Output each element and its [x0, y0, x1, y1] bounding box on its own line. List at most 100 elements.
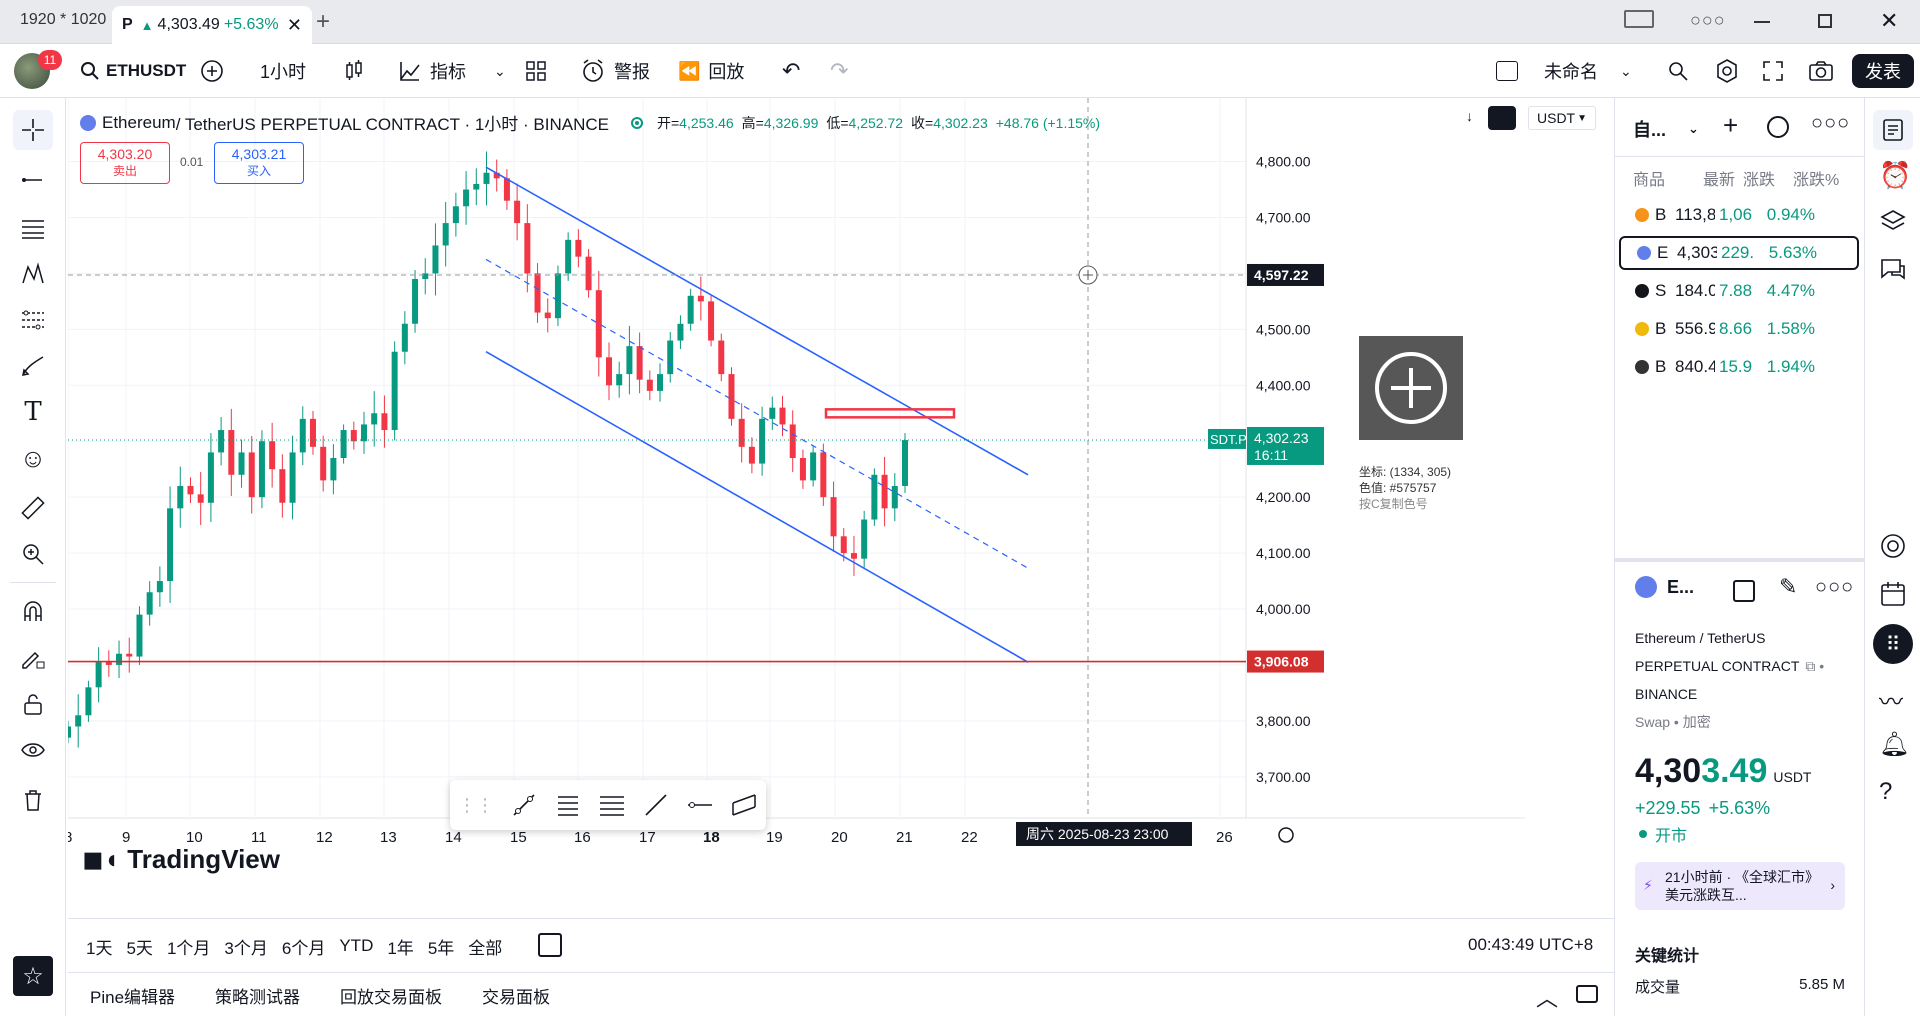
watchlist-header-1[interactable]: 最新 — [1703, 166, 1743, 190]
text-icon[interactable]: T — [13, 392, 53, 432]
layers-icon[interactable] — [1879, 208, 1907, 241]
timeframe-4[interactable]: 6个月 — [282, 934, 325, 959]
collapse-icon[interactable]: ︿ — [1536, 981, 1558, 1013]
ruler-icon[interactable] — [13, 488, 53, 528]
calendar-icon[interactable] — [1879, 580, 1907, 613]
axis-settings-icon[interactable] — [1278, 827, 1294, 843]
details-short[interactable]: E... — [1667, 577, 1694, 598]
calendar-icon[interactable] — [538, 933, 562, 957]
watchlist-header-2[interactable]: 涨跌 — [1743, 166, 1783, 190]
prediction-icon[interactable] — [13, 300, 53, 340]
bottom-tab-3[interactable]: 交易面板 — [482, 983, 550, 1008]
more-options-icon[interactable]: ○○○ — [1815, 576, 1854, 599]
restore-icon[interactable] — [1818, 14, 1832, 28]
trash-icon[interactable] — [13, 780, 53, 820]
camera-icon[interactable] — [1808, 44, 1834, 98]
crosshair-icon[interactable] — [13, 110, 53, 150]
more-options-icon[interactable]: ○○○ — [1811, 112, 1850, 135]
sell-button[interactable]: 4,303.20 卖出 — [80, 142, 170, 184]
drag-handle-icon[interactable]: ⋮⋮ — [458, 795, 494, 816]
watchlist-row[interactable]: B 840.4 15.9 1.94% — [1619, 350, 1859, 384]
add-symbol-icon[interactable]: + — [1723, 110, 1738, 141]
channel-upper-line[interactable] — [485, 166, 1029, 476]
layout-chevron-icon[interactable]: ⌄ — [1620, 44, 1632, 98]
quick-search-icon[interactable] — [1666, 44, 1690, 98]
external-link-icon[interactable]: ⧉ • — [1805, 652, 1824, 680]
layouts-button[interactable] — [524, 44, 548, 98]
timeframe-7[interactable]: 5年 — [428, 934, 454, 959]
trend-line-icon[interactable] — [13, 160, 53, 200]
magnet-icon[interactable] — [13, 592, 53, 632]
watchlist-row[interactable]: B 556.9 8.66 1.58% — [1619, 312, 1859, 346]
maximize-panel-icon[interactable] — [1576, 985, 1598, 1003]
chart-pane[interactable]: 4,800.004,700.004,600.004,500.004,400.00… — [68, 98, 1596, 900]
new-tab-icon[interactable]: + — [316, 8, 330, 36]
timeframe-0[interactable]: 1天 — [86, 934, 112, 959]
watchlist-row[interactable]: S 184.0 7.88 4.47% — [1619, 274, 1859, 308]
screen-icon[interactable] — [1624, 10, 1654, 28]
buy-button[interactable]: 4,303.21 买入 — [214, 142, 304, 184]
indicators-button[interactable]: 指标 ⌄ — [398, 44, 506, 98]
undo-icon[interactable]: ↶ — [782, 44, 800, 98]
alerts-button[interactable]: 警报 — [580, 44, 650, 98]
watchlist-title[interactable]: 自... ⌄ — [1633, 116, 1699, 142]
watchlist-icon[interactable] — [1873, 110, 1913, 150]
publish-button[interactable]: 发表 — [1852, 54, 1914, 88]
ray-icon[interactable] — [642, 791, 670, 819]
compare-button[interactable] — [200, 44, 224, 98]
chat-icon[interactable] — [1879, 256, 1907, 289]
horizontal-line-icon[interactable] — [686, 791, 714, 819]
fib-retracement-icon[interactable] — [13, 208, 53, 248]
broadcast-icon[interactable]: 〰 — [1879, 682, 1903, 717]
settings-icon[interactable] — [1714, 44, 1740, 98]
candles-button[interactable] — [342, 44, 366, 98]
layout-name[interactable]: 未命名 — [1544, 44, 1598, 98]
symbol-search[interactable]: ETHUSDT — [80, 44, 186, 98]
interval-button[interactable]: 1小时 — [260, 44, 306, 98]
legend-name[interactable]: Ethereum — [102, 113, 176, 133]
timeframe-5[interactable]: YTD — [339, 936, 373, 956]
edit-icon[interactable]: ✎ — [1779, 574, 1797, 600]
apps-grid-icon[interactable]: ⠿ — [1873, 624, 1913, 664]
close-window-icon[interactable]: ✕ — [1880, 8, 1898, 34]
price-chart[interactable]: 4,800.004,700.004,600.004,500.004,400.00… — [68, 98, 1525, 900]
watchlist-row[interactable]: E 4,303 229. 5.63% — [1619, 236, 1859, 270]
rectangle-icon[interactable] — [730, 791, 758, 819]
channel-mid-line[interactable] — [485, 258, 1029, 569]
replay-button[interactable]: ⏪ 回放 — [678, 44, 744, 98]
target-icon[interactable] — [1879, 532, 1907, 565]
smiley-icon[interactable]: ☺ — [13, 438, 53, 478]
unlock-icon[interactable] — [13, 684, 53, 724]
bottom-tab-0[interactable]: Pine编辑器 — [90, 983, 175, 1008]
lock-pencil-icon[interactable] — [13, 638, 53, 678]
chevron-down-icon[interactable]: ↓ — [1466, 108, 1473, 124]
news-card[interactable]: ⚡ 21小时前 · 《全球汇市》美元涨跌互... › — [1635, 862, 1845, 910]
clock[interactable]: 00:43:49 UTC+8 — [1468, 935, 1593, 955]
sync-icon[interactable] — [1488, 106, 1516, 130]
timeframe-3[interactable]: 3个月 — [224, 934, 267, 959]
currency-select[interactable]: USDT ▼ — [1528, 106, 1596, 130]
redo-icon[interactable]: ↷ — [830, 44, 848, 98]
timeframe-2[interactable]: 1个月 — [167, 934, 210, 959]
minimize-icon[interactable] — [1754, 21, 1770, 23]
bottom-tab-1[interactable]: 策略测试器 — [215, 983, 300, 1008]
help-icon[interactable]: ? — [1879, 778, 1892, 806]
grid-icon[interactable] — [1733, 580, 1755, 602]
trend-line-icon[interactable] — [510, 791, 538, 819]
fib-icon[interactable] — [554, 791, 582, 819]
close-tab-icon[interactable]: ✕ — [287, 15, 302, 36]
channel-lower-line[interactable] — [485, 351, 1029, 663]
timeframe-1[interactable]: 5天 — [126, 934, 152, 959]
bell-icon[interactable]: 🔔︎ — [1879, 730, 1909, 759]
advanced-view-icon[interactable] — [1767, 116, 1789, 138]
avatar[interactable]: 11 — [14, 44, 62, 98]
browser-tab[interactable]: P ▲ 4,303.49 +5.63% ✕ — [112, 6, 312, 44]
fullscreen-icon[interactable] — [1762, 44, 1784, 98]
watchlist-row[interactable]: B 113,8 1,06 0.94% — [1619, 198, 1859, 232]
resistance-box[interactable] — [824, 408, 956, 419]
parallel-channel-icon[interactable] — [598, 791, 626, 819]
more-icon[interactable]: ○○○ — [1690, 10, 1726, 31]
select-layout-checkbox[interactable] — [1496, 44, 1518, 98]
chevron-down-icon[interactable]: ⌄ — [494, 63, 506, 80]
pattern-icon[interactable] — [13, 254, 53, 294]
